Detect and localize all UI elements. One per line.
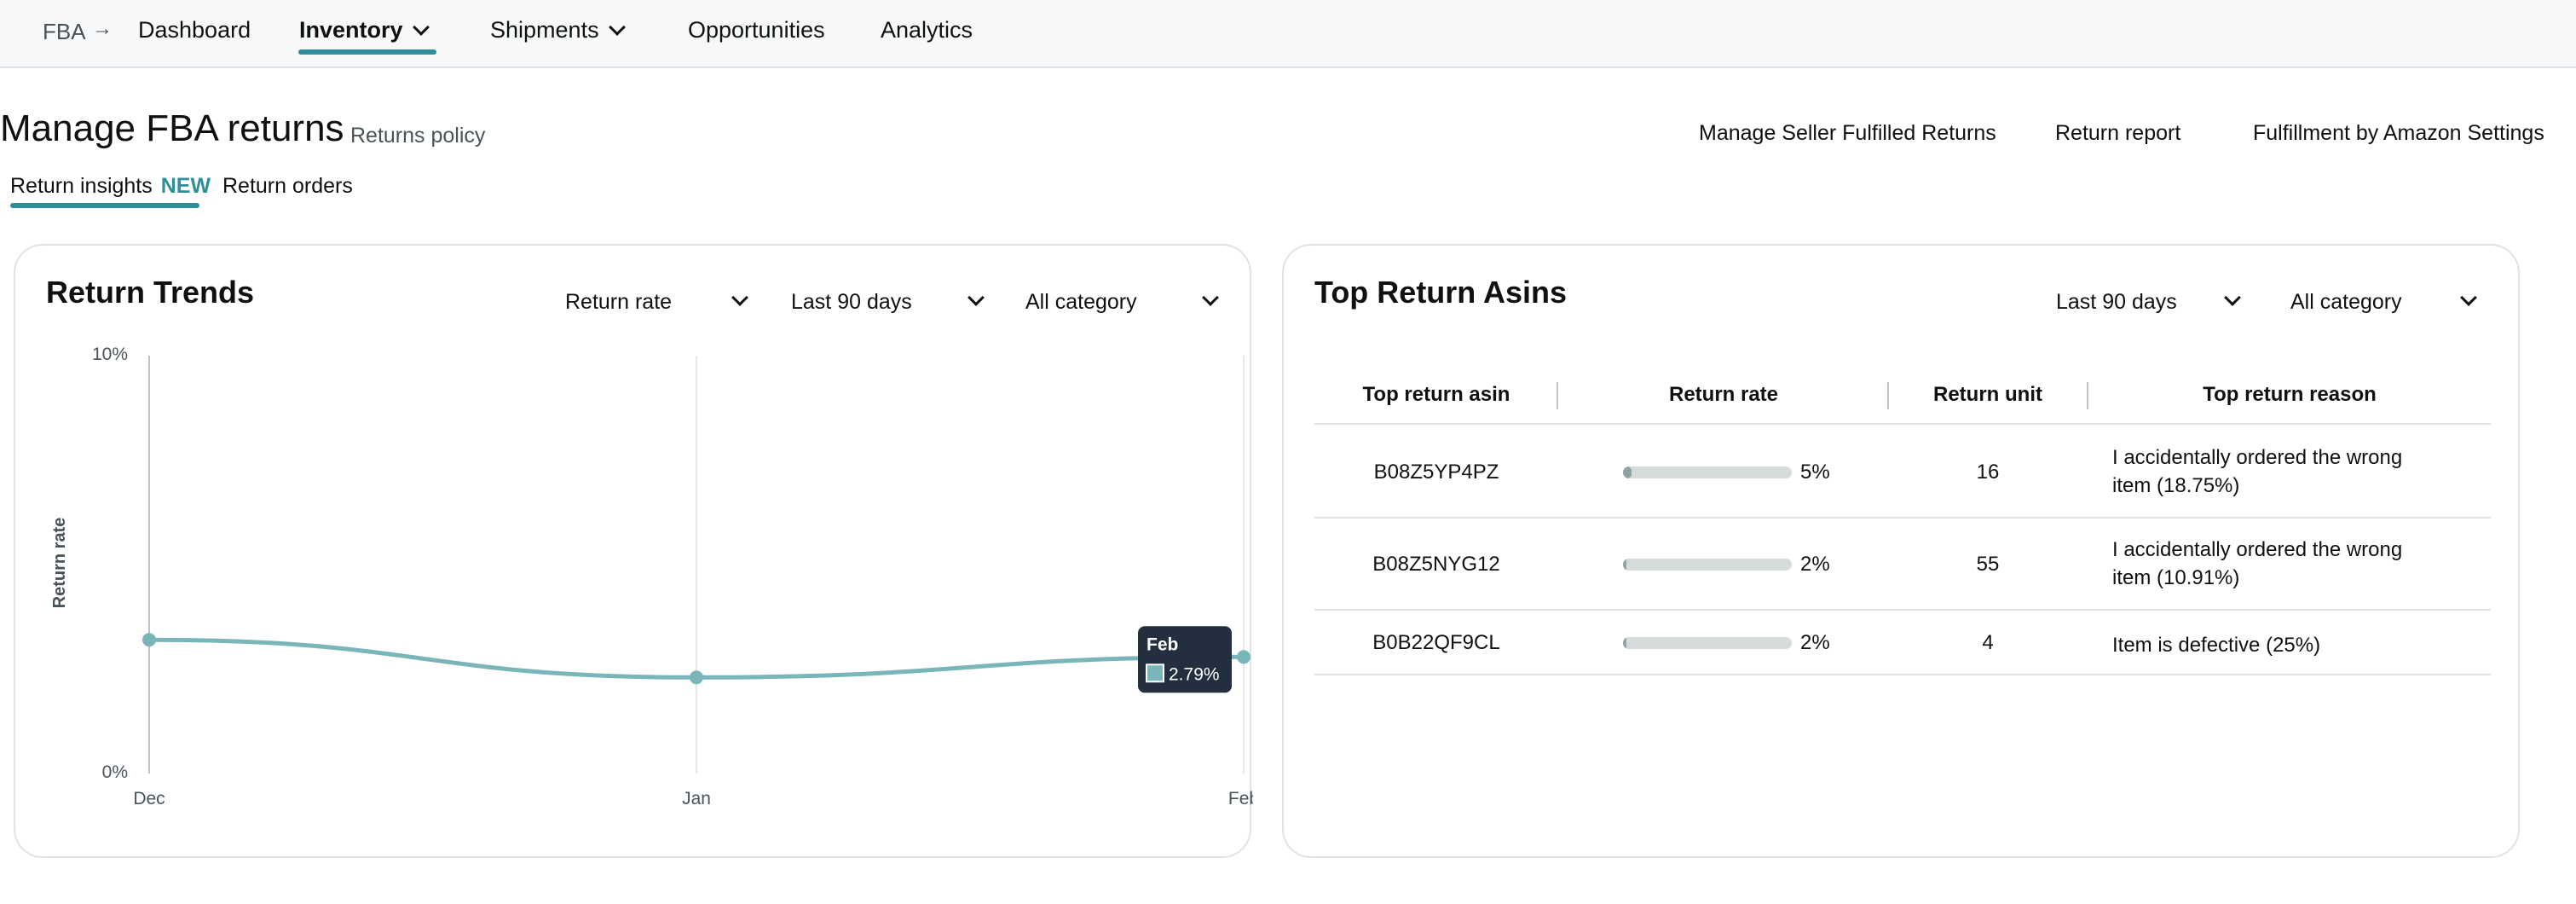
tab-active-indicator [10,203,199,208]
breadcrumb-fba[interactable]: FBA [43,19,86,45]
returns-policy-link[interactable]: Returns policy [350,124,485,148]
data-point[interactable] [142,633,156,647]
y-tick-label-bottom: 0% [102,762,128,782]
return-rate-bar-fill [1623,637,1626,649]
return-rate-bar-fill [1623,466,1632,478]
data-point[interactable] [1237,650,1250,664]
col-header-return-unit[interactable]: Return unit [1889,365,2087,425]
asins-period-label: Last 90 days [2056,290,2177,314]
col-header-return-reason[interactable]: Top return reason [2088,365,2491,425]
return-rate-bar-fill [1623,559,1626,571]
table-row: B08Z5YP4PZ 5% 16 I accidentally ordered … [1314,426,2491,519]
col-header-asin[interactable]: Top return asin [1314,365,1558,425]
return-unit-cell: 16 [1976,461,2000,484]
fba-settings-link[interactable]: Fulfillment by Amazon Settings [2253,121,2544,146]
asin-cell[interactable]: B0B22QF9CL [1314,631,1558,655]
return-rate-bar [1623,559,1792,571]
asins-table-header: Top return asin Return rate Return unit … [1314,365,2491,425]
return-unit-cell: 4 [1982,631,1994,654]
data-point[interactable] [690,670,703,685]
table-row: B0B22QF9CL 2% 4 Item is defective (25%) [1314,611,2491,675]
table-row: B08Z5NYG12 2% 55 I accidentally ordered … [1314,519,2491,611]
nav-inventory[interactable]: Inventory [299,17,430,43]
tab-return-insights-label: Return insights [10,174,153,198]
return-reason-cell: Item is defective (25%) [2112,634,2321,657]
return-reason-cell: I accidentally ordered the wrong item (1… [2112,446,2403,497]
chevron-down-icon [2460,289,2477,306]
page-title: Manage FBA returns [0,107,344,149]
return-rate-cell: 2% [1800,553,1830,576]
nav-opportunities-label: Opportunities [688,17,825,43]
nav-dashboard[interactable]: Dashboard [138,17,251,43]
return-trends-card: Return Trends Return rate Last 90 days A… [14,244,1253,858]
chevron-down-icon [412,18,430,36]
new-badge: NEW [160,174,211,198]
manage-seller-fulfilled-returns-link[interactable]: Manage Seller Fulfilled Returns [1699,121,1996,146]
chart-tooltip-value: 2.79% [1169,664,1220,684]
top-return-asins-card: Top Return Asins Last 90 days All catego… [1282,244,2520,858]
breadcrumb-arrow-icon: → [92,17,113,40]
nav-shipments-label: Shipments [490,17,599,43]
top-return-asins-title: Top Return Asins [1314,275,1567,310]
chevron-down-icon [2224,289,2241,306]
chart-tooltip: Feb 2.79% [1138,626,1232,693]
nav-inventory-label: Inventory [299,17,403,43]
nav-analytics[interactable]: Analytics [881,17,973,43]
return-reason-cell: I accidentally ordered the wrong item (1… [2112,538,2403,589]
nav-opportunities[interactable]: Opportunities [688,17,825,43]
chart-tooltip-label: Feb [1146,635,1178,654]
chart-tooltip-swatch [1146,664,1164,683]
x-tick-label: Dec [133,789,165,808]
nav-analytics-label: Analytics [881,17,973,43]
nav-dashboard-label: Dashboard [138,17,251,43]
asins-period-dropdown[interactable]: Last 90 days [2056,289,2244,315]
y-axis-label: Return rate [50,518,69,609]
col-header-return-rate[interactable]: Return rate [1558,365,1889,425]
x-tick-label: Jan [682,789,711,808]
return-report-link[interactable]: Return report [2055,121,2180,146]
tab-return-orders[interactable]: Return orders [222,174,353,199]
return-rate-cell: 2% [1800,631,1830,654]
return-rate-cell: 5% [1800,461,1830,484]
y-tick-label-top: 10% [92,345,128,364]
asins-category-label: All category [2290,290,2402,314]
asin-cell[interactable]: B08Z5NYG12 [1314,553,1558,577]
asin-cell[interactable]: B08Z5YP4PZ [1314,461,1558,484]
nav-shipments[interactable]: Shipments [490,17,626,43]
return-rate-bar [1623,637,1792,649]
nav-active-indicator [298,49,436,55]
asins-category-dropdown[interactable]: All category [2290,289,2478,315]
x-tick-label: Feb [1228,789,1253,808]
tab-return-insights[interactable]: Return insights NEW [10,174,211,199]
top-nav: FBA → Dashboard Inventory Shipments Oppo… [0,0,2576,68]
chevron-down-icon [608,18,626,36]
return-rate-bar [1623,466,1792,478]
return-unit-cell: 55 [1976,553,2000,576]
return-trends-chart: Return rate 10% 0% Dec Jan Feb Feb 2.79% [50,345,1253,808]
